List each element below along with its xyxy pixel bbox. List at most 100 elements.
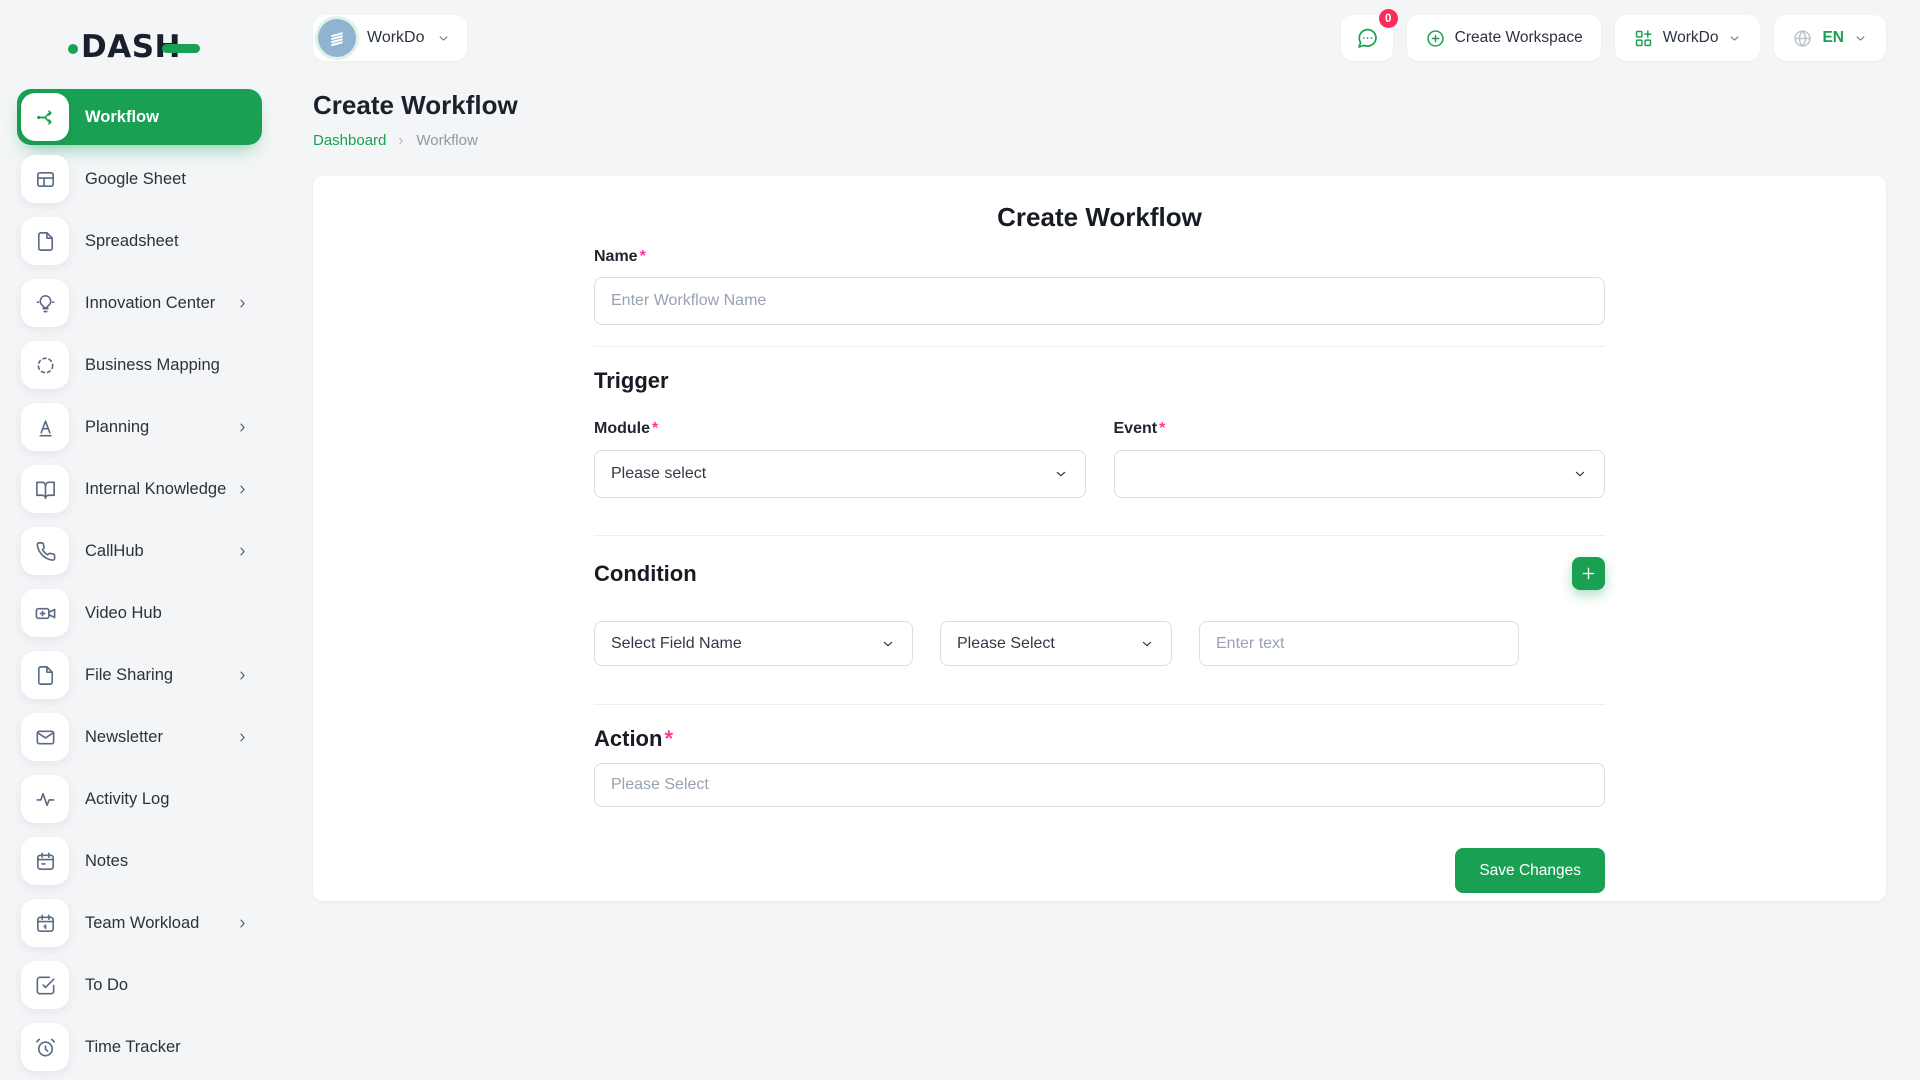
messages-button[interactable]: 0 xyxy=(1341,15,1393,61)
file-sharing-icon xyxy=(21,651,69,699)
language-label: EN xyxy=(1822,29,1844,47)
divider xyxy=(594,346,1605,347)
chevron-down-icon xyxy=(1727,31,1742,46)
sidebar-item-label: Notes xyxy=(85,852,250,871)
required-mark: * xyxy=(640,248,646,265)
google-sheet-icon xyxy=(21,155,69,203)
chevron-right-icon xyxy=(235,420,250,435)
language-selector[interactable]: EN xyxy=(1774,15,1886,61)
chevron-down-icon xyxy=(1572,466,1588,482)
sidebar-item-label: File Sharing xyxy=(85,666,235,685)
logo-dash-accent xyxy=(162,44,200,53)
event-field-label: Event* xyxy=(1114,420,1606,438)
divider xyxy=(594,704,1605,705)
video-hub-icon xyxy=(21,589,69,637)
required-mark: * xyxy=(664,726,673,751)
globe-icon xyxy=(1792,28,1813,49)
module-select[interactable]: Please select xyxy=(594,450,1086,498)
sidebar-item-label: Newsletter xyxy=(85,728,235,747)
sidebar-item-notes[interactable]: Notes xyxy=(17,833,262,889)
action-select-input[interactable] xyxy=(594,763,1605,807)
app-menu-label: WorkDo xyxy=(1663,29,1719,47)
breadcrumb-dashboard-link[interactable]: Dashboard xyxy=(313,132,386,149)
business-mapping-icon xyxy=(21,341,69,389)
sidebar-item-file-sharing[interactable]: File Sharing xyxy=(17,647,262,703)
internal-knowledge-icon xyxy=(21,465,69,513)
chat-icon xyxy=(1355,26,1379,50)
main-area: WorkDo 0 Create Workspace WorkDo xyxy=(282,0,1920,1080)
innovation-center-icon xyxy=(21,279,69,327)
sidebar-item-label: Innovation Center xyxy=(85,294,235,313)
condition-field-select[interactable]: Select Field Name xyxy=(594,621,913,666)
sidebar-item-business-mapping[interactable]: Business Mapping xyxy=(17,337,262,393)
sidebar-item-label: Team Workload xyxy=(85,914,235,933)
sidebar-item-label: Workflow xyxy=(85,108,250,127)
sidebar-item-time-tracker[interactable]: Time Tracker xyxy=(17,1019,262,1075)
page-title: Create Workflow xyxy=(313,90,1886,121)
condition-operator-value: Please Select xyxy=(957,635,1055,653)
sidebar-item-video-hub[interactable]: Video Hub xyxy=(17,585,262,641)
chevron-down-icon xyxy=(1853,31,1868,46)
create-workspace-button[interactable]: Create Workspace xyxy=(1407,15,1601,61)
sidebar-item-innovation-center[interactable]: Innovation Center xyxy=(17,275,262,331)
workspace-switcher[interactable]: WorkDo xyxy=(313,15,467,61)
sidebar-item-google-sheet[interactable]: Google Sheet xyxy=(17,151,262,207)
chevron-down-icon xyxy=(1053,466,1069,482)
form-title: Create Workflow xyxy=(594,202,1605,233)
required-mark: * xyxy=(652,420,658,437)
sidebar-item-activity-log[interactable]: Activity Log xyxy=(17,771,262,827)
name-field-label: Name* xyxy=(594,248,1605,266)
action-heading-row: Action* xyxy=(594,726,1605,752)
sidebar-item-label: Time Tracker xyxy=(85,1038,250,1057)
event-select[interactable] xyxy=(1114,450,1606,498)
topbar: WorkDo 0 Create Workspace WorkDo xyxy=(313,14,1886,62)
logo-dot-accent xyxy=(68,44,78,54)
chevron-down-icon xyxy=(880,636,896,652)
planning-icon xyxy=(21,403,69,451)
condition-value-input[interactable] xyxy=(1199,621,1519,666)
sidebar-item-callhub[interactable]: CallHub xyxy=(17,523,262,579)
chevron-down-icon xyxy=(436,31,451,46)
save-changes-button[interactable]: Save Changes xyxy=(1455,848,1605,893)
team-workload-icon xyxy=(21,899,69,947)
page-head: Create Workflow Dashboard Workflow xyxy=(313,90,1886,149)
condition-heading: Condition xyxy=(594,561,697,587)
sidebar-item-workflow[interactable]: Workflow xyxy=(17,89,262,145)
sidebar-item-internal-knowledge[interactable]: Internal Knowledge xyxy=(17,461,262,517)
condition-heading-row: Condition xyxy=(594,557,1605,590)
action-heading: Action* xyxy=(594,726,673,752)
workflow-icon xyxy=(21,93,69,141)
workflow-name-input[interactable] xyxy=(594,277,1605,325)
condition-operator-select[interactable]: Please Select xyxy=(940,621,1172,666)
condition-value-wrap xyxy=(1199,621,1519,666)
grid-plus-icon xyxy=(1633,28,1654,49)
sidebar-item-team-workload[interactable]: Team Workload xyxy=(17,895,262,951)
required-mark: * xyxy=(1159,420,1165,437)
sidebar-item-newsletter[interactable]: Newsletter xyxy=(17,709,262,765)
todo-icon xyxy=(21,961,69,1009)
sidebar-item-planning[interactable]: Planning xyxy=(17,399,262,455)
app-menu-button[interactable]: WorkDo xyxy=(1615,15,1761,61)
callhub-icon xyxy=(21,527,69,575)
breadcrumb: Dashboard Workflow xyxy=(313,132,1886,149)
sidebar-item-label: To Do xyxy=(85,976,250,995)
chevron-right-icon xyxy=(235,730,250,745)
sidebar-item-to-do[interactable]: To Do xyxy=(17,957,262,1013)
chevron-down-icon xyxy=(1139,636,1155,652)
add-condition-button[interactable] xyxy=(1572,557,1605,590)
breadcrumb-current: Workflow xyxy=(416,132,477,149)
chevron-right-icon xyxy=(235,668,250,683)
sidebar-item-spreadsheet[interactable]: Spreadsheet xyxy=(17,213,262,269)
brand-logo[interactable]: DASH xyxy=(68,24,282,70)
app-root: DASH Workflow Google Sheet Spreadsheet I… xyxy=(0,0,1920,1080)
trigger-heading: Trigger xyxy=(594,368,1605,394)
save-row: Save Changes xyxy=(594,848,1605,893)
module-field-label: Module* xyxy=(594,420,1086,438)
notes-icon xyxy=(21,837,69,885)
workspace-avatar xyxy=(318,19,356,57)
circle-plus-icon xyxy=(1425,28,1446,49)
newsletter-icon xyxy=(21,713,69,761)
condition-field-value: Select Field Name xyxy=(611,635,742,653)
card-inner: Create Workflow Name* Trigger Module* Pl… xyxy=(594,176,1605,893)
sidebar-item-label: Activity Log xyxy=(85,790,250,809)
